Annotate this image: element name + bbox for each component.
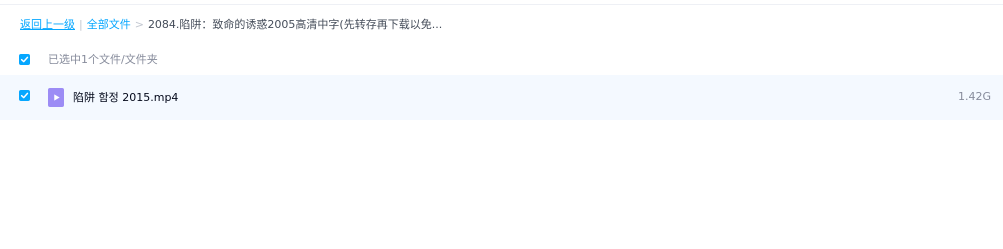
file-row[interactable]: 陷阱 함정 2015.mp4 1.42G [0, 75, 1003, 120]
breadcrumb-arrow: > [134, 17, 144, 31]
file-size: 1.42G [957, 90, 991, 103]
file-name[interactable]: 陷阱 함정 2015.mp4 [73, 89, 178, 105]
breadcrumb: 返回上一级 | 全部文件 > 2084.陷阱：致命的诱惑2005高清中字(先转存… [20, 15, 442, 33]
selection-bar: 已选中1个文件/文件夹 [0, 47, 1003, 71]
select-all-checkbox[interactable] [19, 54, 30, 65]
selection-count-text: 已选中1个文件/文件夹 [48, 53, 158, 66]
play-icon [53, 94, 60, 101]
checkmark-icon [20, 92, 29, 99]
breadcrumb-separator: | [79, 17, 83, 31]
file-row-checkbox[interactable] [19, 90, 30, 101]
video-file-icon [48, 88, 64, 107]
checkmark-icon [20, 56, 29, 63]
top-divider [0, 4, 1003, 5]
file-browser: 返回上一级 | 全部文件 > 2084.陷阱：致命的诱惑2005高清中字(先转存… [0, 0, 1003, 249]
back-link[interactable]: 返回上一级 [20, 16, 75, 32]
current-folder-name: 2084.陷阱：致命的诱惑2005高清中字(先转存再下载以免... [147, 18, 443, 31]
all-files-link[interactable]: 全部文件 [87, 16, 131, 32]
